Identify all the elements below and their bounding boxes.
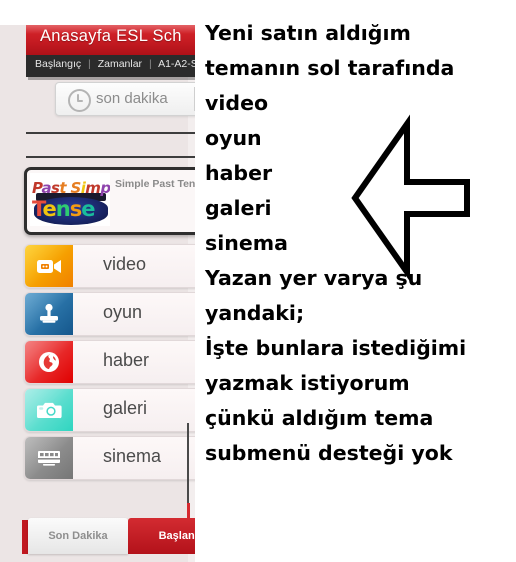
- nav-item-zamanlar[interactable]: Zamanlar: [98, 58, 142, 70]
- sidebar-item-oyun[interactable]: oyun: [24, 292, 212, 336]
- annotation-overlay: Yeni satın aldığım temanın sol tarafında…: [195, 0, 516, 562]
- annotation-line: oyun: [205, 126, 262, 150]
- annotation-line: yazmak istiyorum: [205, 371, 410, 395]
- screenshot-root: Anasayfa ESL Sch Başlangıç | Zamanlar | …: [0, 0, 516, 562]
- annotation-line: Yeni satın aldığım: [205, 21, 411, 45]
- video-camera-icon: [25, 245, 73, 287]
- joystick-icon: [25, 293, 73, 335]
- nav-separator: |: [88, 58, 91, 70]
- annotation-text: Yeni satın aldığım temanın sol tarafında…: [205, 16, 515, 471]
- globe-icon: [25, 341, 73, 383]
- sidebar-item-label: galeri: [103, 398, 148, 418]
- sidebar-item-label: video: [103, 254, 147, 274]
- nav-item-a1a2[interactable]: A1-A2-S: [158, 58, 198, 70]
- content-edge-line: [187, 423, 189, 503]
- annotation-line: temanın sol tarafında: [205, 56, 455, 80]
- annotation-line: submenü desteği yok: [205, 441, 453, 465]
- annotation-line: Yazan yer varya şu: [205, 266, 423, 290]
- annotation-line: çünkü aldığım tema: [205, 406, 434, 430]
- film-strip-icon: [25, 437, 73, 479]
- annotation-line: haber: [205, 161, 273, 185]
- nav-separator: |: [148, 58, 152, 70]
- annotation-line: video: [205, 91, 269, 115]
- breaking-news-ticker[interactable]: son dakika: [55, 82, 202, 116]
- sidebar-item-label: sinema: [103, 446, 162, 466]
- tab-son-dakika[interactable]: Son Dakika: [28, 518, 128, 554]
- featured-thumbnail: Past Simple Tense: [30, 173, 110, 226]
- sidebar-item-sinema[interactable]: sinema: [24, 436, 212, 480]
- tab-label: Son Dakika: [48, 530, 108, 542]
- sidebar-item-label: oyun: [103, 302, 143, 322]
- annotation-line: sinema: [205, 231, 288, 255]
- annotation-line: İşte bunlara istediğimi: [205, 336, 467, 360]
- annotation-line: yandaki;: [205, 301, 305, 325]
- nav-item-baslangic[interactable]: Başlangıç: [35, 58, 81, 70]
- sidebar-item-haber[interactable]: haber: [24, 340, 212, 384]
- thumb-text-line2: Tense: [32, 197, 96, 221]
- clock-icon: [68, 89, 91, 112]
- sidebar-item-galeri[interactable]: galeri: [24, 388, 212, 432]
- sidebar-item-label: haber: [103, 350, 150, 370]
- site-title: Anasayfa ESL Sch: [40, 27, 182, 45]
- annotation-line: galeri: [205, 196, 272, 220]
- featured-post-card[interactable]: Past Simple Tense Simple Past Tense: [24, 167, 220, 235]
- nav-items: Başlangıç | Zamanlar | A1-A2-S: [35, 58, 198, 70]
- thumb-text-line1: Past Simple: [32, 179, 110, 197]
- camera-icon: [25, 389, 73, 431]
- sidebar-item-video[interactable]: video: [24, 244, 212, 288]
- ticker-label: son dakika: [96, 90, 168, 107]
